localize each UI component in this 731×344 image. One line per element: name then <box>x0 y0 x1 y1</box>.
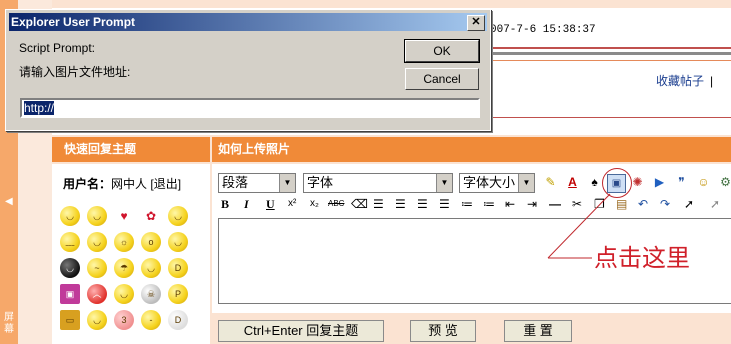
bullet-list-icon[interactable]: ≔ <box>483 195 495 213</box>
align-center-icon[interactable]: ☰ <box>395 195 406 213</box>
dialog-titlebar[interactable]: Explorer User Prompt ✕ <box>9 13 487 31</box>
grin-icon[interactable]: ◡ <box>87 206 107 226</box>
quote-icon[interactable]: ❞ <box>673 174 690 191</box>
angry-icon[interactable]: ︿ <box>87 284 107 304</box>
heart-icon[interactable]: ♥ <box>114 206 134 226</box>
chevron-down-icon: ▼ <box>518 174 534 192</box>
logout-link[interactable]: [退出] <box>150 177 181 191</box>
gift-icon[interactable]: ▣ <box>60 284 80 304</box>
eraser-icon[interactable]: ⌫ <box>351 195 368 213</box>
paragraph-select[interactable]: 段落 ▼ <box>218 173 296 193</box>
indent-icon[interactable]: ⇥ <box>527 195 537 213</box>
dialog-title: Explorer User Prompt <box>11 15 136 29</box>
cool-icon[interactable]: ◡ <box>141 258 161 278</box>
media-play-icon[interactable]: ▶ <box>651 174 668 191</box>
divider <box>490 47 731 49</box>
divider <box>490 117 731 118</box>
smile-icon[interactable]: ◡ <box>60 206 80 226</box>
reply-subject: 如何上传照片 <box>212 137 731 162</box>
submit-reply-button[interactable]: Ctrl+Enter 回复主题 <box>218 320 384 342</box>
tv-icon[interactable]: ▭ <box>60 310 80 330</box>
font-size-select-value: 字体大小 <box>463 175 516 190</box>
underline-button[interactable]: U <box>266 195 275 213</box>
laugh-big-icon[interactable]: D <box>168 310 188 330</box>
rain-icon[interactable]: ☂ <box>114 258 134 278</box>
outdent-icon[interactable]: ⇤ <box>505 195 515 213</box>
quick-reply-title: 快速回复主题 <box>52 137 210 162</box>
devil-icon[interactable]: ◡ <box>60 258 80 278</box>
smiley-grid: ◡ ◡ ♥ ✿ ◡ ﹏ ◡ ☼ o ◡ ◡ ~ ☂ ◡ D ▣ ︿ ◡ ☠ P … <box>60 206 200 336</box>
cry-icon[interactable]: ﹏ <box>60 232 80 252</box>
cancel-button[interactable]: Cancel <box>405 68 479 90</box>
numbered-list-icon[interactable]: ≔ <box>461 195 473 213</box>
emoticon-icon[interactable]: ☺ <box>695 174 712 191</box>
explorer-user-prompt-dialog: Explorer User Prompt ✕ Script Prompt: 请输… <box>5 9 491 131</box>
align-left-icon[interactable]: ☰ <box>373 195 384 213</box>
subscript-button[interactable]: x₂ <box>310 195 319 213</box>
user-row: 用户名：网中人 [退出] <box>63 175 181 192</box>
font-select-value: 字体 <box>307 175 334 190</box>
shy-icon[interactable]: ◡ <box>87 310 107 330</box>
cursor-alt-icon[interactable]: ➚ <box>710 195 720 213</box>
cursor-icon[interactable]: ➚ <box>684 195 694 213</box>
favorite-link[interactable]: 收藏帖子 <box>656 74 704 88</box>
italic-button[interactable]: I <box>244 195 249 213</box>
reset-button[interactable]: 重 置 <box>504 320 572 342</box>
sleepy-icon[interactable]: - <box>141 310 161 330</box>
left-side-text: 屏幕 <box>4 312 14 335</box>
sun-icon[interactable]: ☼ <box>114 232 134 252</box>
sunglasses-icon[interactable]: ◡ <box>114 284 134 304</box>
redo-icon[interactable]: ↷ <box>660 195 670 213</box>
script-prompt-label: Script Prompt: <box>19 41 96 55</box>
tongue-icon[interactable]: P <box>168 284 188 304</box>
close-icon[interactable]: ✕ <box>467 15 485 31</box>
post-timestamp: 007-7-6 15:38:37 <box>490 24 596 36</box>
ok-button[interactable]: OK <box>404 39 480 63</box>
divider <box>490 60 731 61</box>
favorite-links: 收藏帖子 | <box>656 72 719 89</box>
bold-button[interactable]: B <box>221 195 229 213</box>
font-select[interactable]: 字体 ▼ <box>303 173 453 193</box>
paragraph-select-value: 段落 <box>222 175 249 190</box>
happy-icon[interactable]: ◡ <box>168 206 188 226</box>
find-binoculars-icon[interactable]: ♠ <box>586 174 603 191</box>
preview-button[interactable]: 预 览 <box>410 320 476 342</box>
skull-icon[interactable]: ☠ <box>141 284 161 304</box>
kiss-icon[interactable]: 3 <box>114 310 134 330</box>
username: 网中人 <box>111 177 148 191</box>
image-url-input[interactable]: http:// <box>20 98 480 118</box>
justify-icon[interactable]: ☰ <box>439 195 450 213</box>
strikethrough-button[interactable]: ABC <box>328 195 344 213</box>
wow-icon[interactable]: o <box>141 232 161 252</box>
chevron-down-icon: ▼ <box>436 174 452 192</box>
font-color-icon[interactable]: A <box>564 174 581 191</box>
chevron-down-icon: ▼ <box>279 174 295 192</box>
username-label: 用户名： <box>63 177 112 191</box>
undo-icon[interactable]: ↶ <box>638 195 648 213</box>
divider <box>490 52 731 55</box>
image-url-input-value: http:// <box>24 101 55 115</box>
collapse-arrow-icon[interactable]: ◀ <box>5 196 13 207</box>
more-icon[interactable]: ⚙ <box>717 174 731 191</box>
link-separator: | <box>710 74 714 88</box>
align-right-icon[interactable]: ☰ <box>417 195 428 213</box>
post-top-band <box>52 0 731 8</box>
laugh-icon[interactable]: D <box>168 258 188 278</box>
blush-icon[interactable]: ◡ <box>87 232 107 252</box>
highlight-pen-icon[interactable]: ✎ <box>542 174 559 191</box>
superscript-button[interactable]: x² <box>288 195 296 213</box>
font-size-select[interactable]: 字体大小 ▼ <box>459 173 535 193</box>
rose-icon[interactable]: ✿ <box>141 206 161 226</box>
wink-icon[interactable]: ◡ <box>168 232 188 252</box>
confused-icon[interactable]: ~ <box>87 258 107 278</box>
annotation-label: 点击这里 <box>594 246 690 272</box>
prompt-message: 请输入图片文件地址: <box>19 65 131 79</box>
